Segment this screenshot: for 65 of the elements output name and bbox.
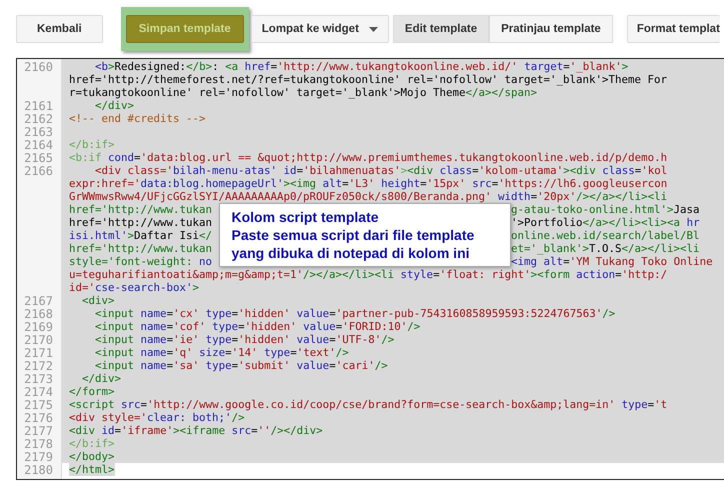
- code-line: <img alt='YM Tukang Toko Online: [511, 255, 713, 268]
- code-line: <div id='iframe'><iframe src=''/></div>: [69, 424, 323, 437]
- code-line: GrWWmwsRww4/UFjcGGzlSYI/AAAAAAAAAp0/pROUFz050ck/s800/Beranda.png' width='20px'/></a></li><li: [69, 190, 668, 203]
- line-number: 2160: [24, 60, 53, 74]
- code-line: id='cse-search-box'>: [69, 281, 200, 294]
- line-number: 2165: [24, 151, 53, 165]
- view-tab[interactable]: Edit template: [392, 15, 490, 43]
- code-line: <b>Redesigned:</b>: <a href='http://www.tukangtokoonline.web.id/' target='_blank'>: [94, 60, 628, 73]
- code-line: </body>: [69, 450, 115, 463]
- code-line: </div>: [94, 99, 134, 112]
- code-line: </b:if>: [69, 138, 115, 151]
- code-line: <input name='cof' type='hidden' value='FORID:10'/>: [94, 320, 420, 333]
- code-line: href='http://www.tukan: [69, 203, 212, 216]
- code-line: <input name='ie' type='hidden' value='UTF-8'/>: [94, 333, 394, 346]
- code-line: href='http://www.tukan: [69, 242, 212, 255]
- view-tab[interactable]: Pratinjau template: [489, 15, 613, 43]
- code-line: u=teguharifiantoati&amp;m=g&amp;t=1'/></a></li><li style='float: right'><form action='http:/: [69, 268, 668, 281]
- line-number: 2175: [24, 398, 53, 412]
- code-line: <input name='sa' type='submit' value='cari'/>: [94, 359, 388, 372]
- line-number: 2177: [24, 424, 53, 438]
- caret-icon: [368, 26, 378, 32]
- callout-text: Kolom script template: [232, 208, 380, 226]
- line-number: 2162: [24, 112, 53, 126]
- jump-dropdown[interactable]: Lompat ke widget: [250, 15, 389, 43]
- line-number: 2164: [24, 138, 53, 152]
- line-number: 2168: [24, 307, 53, 321]
- line-number: 2174: [24, 385, 53, 399]
- callout-text: Paste semua script dari file template: [232, 226, 476, 244]
- line-number: 2171: [24, 346, 53, 360]
- code-line: <b:if cond='data:blog.url == &quot;http://www.premiumthemes.tukangtokoonline.web.id/p/demo.h: [69, 151, 668, 164]
- line-number: 2166: [24, 164, 53, 178]
- code-line: expr:href='data:blog.homepageUrl'><img alt='L3' height='15px' src='https://lh6.googleusercon: [69, 177, 668, 190]
- line-number: 2178: [24, 437, 53, 451]
- code-line: <div class='bilah-menu-atas' id='bilahmenuatas'><div class='kolom-utama'><div class='kol: [94, 164, 668, 177]
- code-line: <script src='http://www.google.co.id/coop/cse/brand?form=cse-search-box&amp;lang=in' type='t: [69, 398, 668, 411]
- code-line: <div style='clear: both;'/>: [69, 411, 245, 424]
- code-line: style='font-weight: no: [69, 255, 212, 268]
- code-line: <input name='cx' type='hidden' value='partner-pub-7543160858959593:5224767563'/>: [94, 307, 616, 320]
- code-line: r=tukangtokoonline' rel='nofollow' target='_blank'>Mojo Theme</a></span>: [69, 86, 538, 99]
- line-number: 2170: [24, 333, 53, 347]
- back-button[interactable]: Kembali: [16, 15, 103, 43]
- code-line: et='_blank'>T.O.S</a></li><li: [511, 242, 700, 255]
- code-line: href='http://themeforest.net/?ref=tukangtokoonline' rel='nofollow' target='_blank'>Theme For: [69, 73, 668, 86]
- code-line: </div>: [81, 372, 122, 385]
- format-button[interactable]: Format templat: [626, 15, 720, 43]
- code-line: g-atau-toko-online.html'>Jasa: [511, 203, 700, 216]
- line-number: 2180: [24, 463, 53, 477]
- code-line: <div>: [81, 294, 115, 307]
- line-number: 2163: [24, 125, 53, 139]
- code-line: online.web.id/search/label/Bl: [511, 229, 700, 242]
- code-line: href='http://www.tukan: [69, 216, 212, 229]
- code-line: <!-- end #credits -->: [69, 112, 206, 125]
- code-line: </b:if>: [69, 437, 115, 450]
- line-number: 2172: [24, 359, 53, 373]
- code-line: isi.html'>Daftar Isi</: [69, 229, 212, 242]
- code-line: </form>: [69, 385, 115, 398]
- line-number: 2169: [24, 320, 53, 334]
- line-number: 2176: [24, 411, 53, 425]
- callout-text: yang dibuka di notepad di kolom ini: [232, 244, 471, 262]
- line-number: 2161: [24, 99, 53, 113]
- line-number: 2173: [24, 372, 53, 386]
- code-line: <input name='q' size='14' type='text'/>: [94, 346, 349, 359]
- line-number: 2167: [24, 294, 53, 308]
- line-number: 2179: [24, 450, 53, 464]
- code-line: '>Portfolio</a></li><li><a hr: [511, 216, 700, 229]
